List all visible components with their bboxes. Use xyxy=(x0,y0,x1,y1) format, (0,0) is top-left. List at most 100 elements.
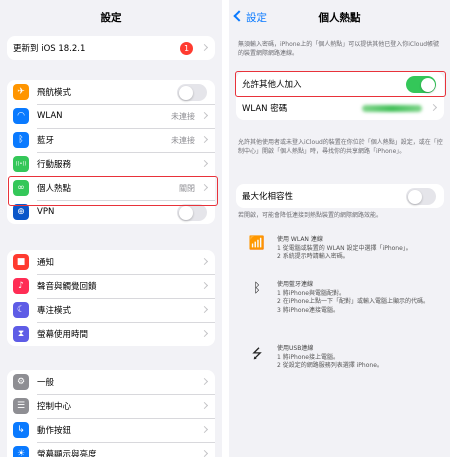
allow-note: 允許其他使用者或未登入iCloud的裝置在你位於「個人熱點」設定，或在「控制中心… xyxy=(238,139,443,155)
settings-item-row[interactable]: ↳ 動作按鈕 xyxy=(7,418,215,442)
method-title: 使用 WLAN 連線 xyxy=(277,236,323,243)
settings-item-value: 未連接 xyxy=(171,111,195,121)
settings-item-row[interactable]: ⧗ 螢幕使用時間 xyxy=(7,322,215,346)
method-title: 使用藍牙連線 xyxy=(277,281,314,288)
method-step: 2 系統提示時請輸入密碼。 xyxy=(277,253,349,260)
settings-item-row[interactable]: ☾ 專注模式 xyxy=(7,298,215,322)
method-step: 3 將iPhone連接電腦。 xyxy=(277,306,339,314)
settings-item-row[interactable]: ✈ 飛航模式 xyxy=(7,80,215,104)
intro-text: 無須輸入密碼，iPhone上的「個人熱點」可以提供其他已登入你iCloud帳號的… xyxy=(238,41,440,57)
settings-item-label: 行動服務 xyxy=(37,160,72,170)
gear-icon: ⚙ xyxy=(13,374,29,390)
compat-label: 最大化相容性 xyxy=(242,192,294,202)
page-title: 設定 xyxy=(100,12,122,24)
chevron-right-icon xyxy=(200,449,209,457)
chevron-right-icon xyxy=(200,111,209,120)
hotspot-pane: 設定 個人熱點 無須輸入密碼，iPhone上的「個人熱點」可以提供其他已登入你i… xyxy=(229,0,450,457)
chevron-right-icon xyxy=(429,103,438,112)
settings-item-row[interactable]: ᛒ 藍牙 未連接 xyxy=(7,128,215,152)
bluetooth-icon: ᛒ xyxy=(13,132,29,148)
settings-item-label: 個人熱點 xyxy=(37,184,72,194)
focus-icon: ☾ xyxy=(13,302,29,318)
allow-others-toggle[interactable] xyxy=(406,76,436,93)
allow-others-row: 允許其他人加入 xyxy=(236,72,444,96)
settings-item-label: WLAN xyxy=(37,111,63,121)
password-value xyxy=(362,105,422,112)
settings-item-toggle[interactable] xyxy=(177,84,207,101)
compat-toggle[interactable] xyxy=(406,188,436,205)
connection-method: ⭍ 使用USB連線 1 將iPhone接上電腦。 2 從設定的網路服務列表選擇 iPh… xyxy=(247,345,442,371)
connection-method: ᛒ 使用藍牙連線 1 將iPhone與電腦配對。 2 在iPhone上點一下「配對」或… xyxy=(247,281,442,315)
vpn-icon: ⊕ xyxy=(13,204,29,220)
notifications-group: ■ 通知 ♪ 聲音與觸覺回饋 ☾ 專注模式 ⧗ 螢幕使用時間 xyxy=(7,250,215,346)
chevron-right-icon xyxy=(200,257,209,266)
settings-item-row[interactable]: ((•)) 行動服務 xyxy=(7,152,215,176)
hotspot-icon: ∞ xyxy=(13,180,29,196)
method-step: 2 在iPhone上點一下「配對」或輸入電腦上顯示的代碼。 xyxy=(277,298,429,305)
method-step: 1 將iPhone接上電腦。 xyxy=(277,353,339,361)
settings-item-row[interactable]: ☰ 控制中心 xyxy=(7,394,215,418)
settings-item-row[interactable]: ⚙ 一般 xyxy=(7,370,215,394)
settings-item-row[interactable]: ♪ 聲音與觸覺回饋 xyxy=(7,274,215,298)
settings-item-toggle[interactable] xyxy=(177,204,207,221)
settings-item-label: 通知 xyxy=(37,258,55,268)
bluetooth-icon: ᛒ xyxy=(253,281,261,296)
settings-item-row[interactable]: ⊕ VPN xyxy=(7,200,215,224)
display-icon: ☀ xyxy=(13,446,29,457)
compat-group: 最大化相容性 xyxy=(236,184,444,208)
chevron-right-icon xyxy=(200,281,209,290)
settings-item-label: 飛航模式 xyxy=(37,88,72,98)
settings-pane: 設定 更新到 iOS 18.2.1 1 ✈ 飛航模式 ◠ WLAN 未連接 ᛒ 藍牙 未連接 (… xyxy=(0,0,222,457)
method-step: 2 從設定的網路服務列表選擇 iPhone。 xyxy=(277,362,383,369)
settings-item-label: 螢幕顯示與亮度 xyxy=(37,450,97,457)
wifi-icon: 📶 xyxy=(248,236,266,251)
airplane-icon: ✈ xyxy=(13,84,29,100)
settings-item-label: 螢幕使用時間 xyxy=(37,330,89,340)
chevron-right-icon xyxy=(200,183,209,192)
settings-item-row[interactable]: ■ 通知 xyxy=(7,250,215,274)
chevron-right-icon xyxy=(200,159,209,168)
settings-item-row[interactable]: ∞ 個人熱點 關閉 xyxy=(7,176,215,200)
page-title: 個人熱點 xyxy=(318,12,361,24)
settings-item-label: 藍牙 xyxy=(37,136,55,146)
allow-group: 允許其他人加入 WLAN 密碼 xyxy=(236,72,444,120)
method-step: 1 從電腦或裝置的 WLAN 設定中選擇「iPhone」。 xyxy=(277,244,412,252)
allow-others-label: 允許其他人加入 xyxy=(242,80,302,90)
update-row[interactable]: 更新到 iOS 18.2.1 1 xyxy=(7,36,215,60)
settings-item-value: 關閉 xyxy=(179,183,195,193)
chevron-right-icon xyxy=(200,43,209,52)
notifications-icon: ■ xyxy=(13,254,29,270)
settings-item-label: 動作按鈕 xyxy=(37,426,72,436)
settings-item-label: 一般 xyxy=(37,378,55,388)
settings-item-row[interactable]: ☀ 螢幕顯示與亮度 xyxy=(7,442,215,457)
chevron-right-icon xyxy=(200,377,209,386)
wlan-password-row[interactable]: WLAN 密碼 xyxy=(236,96,444,120)
update-label: 更新到 iOS 18.2.1 xyxy=(13,44,86,54)
wlan-password-label: WLAN 密碼 xyxy=(242,104,288,114)
chevron-right-icon xyxy=(200,305,209,314)
cellular-icon: ((•)) xyxy=(13,156,29,172)
chevron-right-icon xyxy=(200,135,209,144)
action-button-icon: ↳ xyxy=(13,422,29,438)
sound-icon: ♪ xyxy=(13,278,29,294)
settings-item-label: VPN xyxy=(37,207,55,217)
compat-row: 最大化相容性 xyxy=(236,184,444,208)
compat-note: 若開啟，可能會降低連接到熱點裝置的網際網路效能。 xyxy=(238,212,383,219)
connectivity-group: ✈ 飛航模式 ◠ WLAN 未連接 ᛒ 藍牙 未連接 ((•)) 行動服務 ∞ 個人熱點 關閉 ⊕ VPN xyxy=(7,80,215,224)
chevron-right-icon xyxy=(200,329,209,338)
control-center-icon: ☰ xyxy=(13,398,29,414)
settings-item-value: 未連接 xyxy=(171,135,195,145)
method-step: 1 將iPhone與電腦配對。 xyxy=(277,289,345,297)
usb-icon: ⭍ xyxy=(251,347,263,362)
general-group: ⚙ 一般 ☰ 控制中心 ↳ 動作按鈕 ☀ 螢幕顯示與亮度 xyxy=(7,370,215,457)
screen-time-icon: ⧗ xyxy=(13,326,29,342)
settings-item-row[interactable]: ◠ WLAN 未連接 xyxy=(7,104,215,128)
wifi-icon: ◠ xyxy=(13,108,29,124)
chevron-right-icon xyxy=(200,401,209,410)
connection-method: 📶 使用 WLAN 連線 1 從電腦或裝置的 WLAN 設定中選擇「iPhone」。… xyxy=(247,236,442,262)
update-group: 更新到 iOS 18.2.1 1 xyxy=(7,36,215,60)
settings-item-label: 控制中心 xyxy=(37,402,72,412)
settings-item-label: 聲音與觸覺回饋 xyxy=(37,282,97,292)
settings-item-label: 專注模式 xyxy=(37,306,72,316)
chevron-right-icon xyxy=(200,425,209,434)
